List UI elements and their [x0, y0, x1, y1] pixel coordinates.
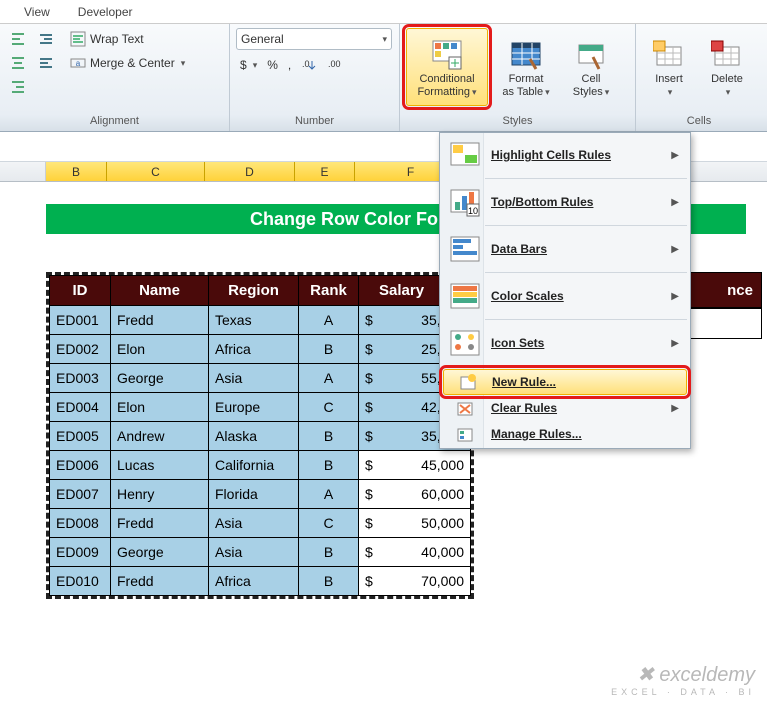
group-number: General▾ $▾ % , .0 .00 Number: [230, 24, 400, 131]
svg-text:.00: .00: [328, 59, 341, 69]
submenu-arrow-icon: ▶: [671, 338, 679, 349]
top-bottom-icon: 10: [447, 184, 483, 220]
data-bars-icon: [447, 231, 483, 267]
align-top-row[interactable]: [6, 28, 30, 50]
table-row[interactable]: ED004ElonEuropeC$42,000: [50, 393, 471, 422]
data-table-selection: ID Name Region Rank Salary ED001FreddTex…: [46, 272, 474, 599]
wrap-text-icon: [70, 31, 86, 47]
cell-styles-icon: [575, 39, 607, 71]
menu-new-rule[interactable]: New Rule...: [443, 369, 687, 395]
submenu-arrow-icon: ▶: [671, 150, 679, 161]
color-scales-icon: [447, 278, 483, 314]
tab-view[interactable]: View: [10, 2, 64, 22]
group-alignment: Wrap Text aMerge & Center▾ Alignment: [0, 24, 230, 131]
col-header-b[interactable]: B: [46, 162, 107, 181]
align-icon: [10, 79, 26, 95]
align-icon: [10, 31, 26, 47]
col-header-e[interactable]: E: [295, 162, 355, 181]
menu-manage-rules[interactable]: Manage Rules...: [441, 421, 689, 447]
delete-button[interactable]: Delete▾: [700, 28, 754, 106]
submenu-arrow-icon: ▶: [671, 197, 679, 208]
table-row[interactable]: ED009GeorgeAsiaB$40,000: [50, 538, 471, 567]
svg-text:10: 10: [468, 206, 478, 216]
conditional-formatting-button[interactable]: ConditionalFormatting▾: [406, 28, 488, 106]
new-rule-icon: [458, 372, 478, 392]
indent-inc[interactable]: [34, 52, 58, 74]
data-table[interactable]: ID Name Region Rank Salary ED001FreddTex…: [49, 275, 471, 596]
ribbon-tab-bar: View Developer: [0, 0, 767, 24]
table-row[interactable]: ED008FreddAsiaC$50,000: [50, 509, 471, 538]
group-label: Cells: [642, 113, 756, 131]
delete-icon: [711, 39, 743, 71]
th-id[interactable]: ID: [50, 276, 111, 306]
th-region[interactable]: Region: [209, 276, 299, 306]
th-rank[interactable]: Rank: [299, 276, 359, 306]
watermark: ✖ exceldemy EXCEL · DATA · BI: [611, 662, 755, 697]
menu-icon-sets[interactable]: Icon Sets▶: [441, 322, 689, 364]
percent-button[interactable]: %: [263, 54, 282, 76]
conditional-formatting-menu: Highlight Cells Rules▶ 10 Top/Bottom Rul…: [439, 132, 691, 449]
menu-highlight-cells[interactable]: Highlight Cells Rules▶: [441, 134, 689, 176]
menu-top-bottom[interactable]: 10 Top/Bottom Rules▶: [441, 181, 689, 223]
merge-center-button[interactable]: aMerge & Center▾: [66, 52, 189, 74]
submenu-arrow-icon: ▶: [671, 403, 679, 414]
dec-decimal-button[interactable]: .00: [323, 54, 347, 76]
clear-rules-icon: [455, 398, 475, 418]
submenu-arrow-icon: ▶: [671, 291, 679, 302]
chevron-down-icon: ▾: [382, 34, 387, 45]
align-mid-row[interactable]: [6, 52, 30, 74]
col-header-c[interactable]: C: [107, 162, 205, 181]
decimal-icon: .0: [301, 57, 317, 73]
table-row[interactable]: ED003GeorgeAsiaA$55,000: [50, 364, 471, 393]
group-label: Styles: [406, 113, 629, 131]
ribbon: Wrap Text aMerge & Center▾ Alignment Gen…: [0, 24, 767, 132]
conditional-formatting-icon: [431, 39, 463, 71]
table-row[interactable]: ED001FreddTexasA$35,000: [50, 306, 471, 335]
menu-clear-rules[interactable]: Clear Rules▶: [441, 395, 689, 421]
insert-icon: [653, 39, 685, 71]
wrap-text-button[interactable]: Wrap Text: [66, 28, 189, 50]
col-header-d[interactable]: D: [205, 162, 295, 181]
align-icon: [10, 55, 26, 71]
indent-dec[interactable]: [34, 28, 58, 50]
highlight-cells-icon: [447, 137, 483, 173]
decimal-icon: .00: [327, 57, 343, 73]
group-label: Alignment: [6, 113, 223, 131]
chevron-down-icon: ▾: [181, 58, 186, 69]
number-format-select[interactable]: General▾: [236, 28, 392, 50]
svg-text:.0: .0: [302, 59, 310, 69]
submenu-arrow-icon: ▶: [671, 244, 679, 255]
indent-icon: [38, 55, 54, 71]
menu-color-scales[interactable]: Color Scales▶: [441, 275, 689, 317]
inc-decimal-button[interactable]: .0: [297, 54, 321, 76]
merge-icon: a: [70, 55, 86, 71]
table-row[interactable]: ED010FreddAfricaB$70,000: [50, 567, 471, 596]
insert-button[interactable]: Insert▾: [642, 28, 696, 106]
format-as-table-button[interactable]: Formatas Table▾: [492, 28, 560, 106]
cell-styles-button[interactable]: CellStyles▾: [564, 28, 618, 106]
currency-button[interactable]: $▾: [236, 54, 261, 76]
th-name[interactable]: Name: [111, 276, 209, 306]
manage-rules-icon: [455, 424, 475, 444]
table-row[interactable]: ED007HenryFloridaA$60,000: [50, 480, 471, 509]
tab-developer[interactable]: Developer: [64, 2, 147, 22]
table-row[interactable]: ED006LucasCaliforniaB$45,000: [50, 451, 471, 480]
col-header[interactable]: [0, 162, 46, 181]
group-cells: Insert▾ Delete▾ Cells: [636, 24, 762, 131]
icon-sets-icon: [447, 325, 483, 361]
menu-data-bars[interactable]: Data Bars▶: [441, 228, 689, 270]
group-label: Number: [236, 113, 393, 131]
indent-icon: [38, 31, 54, 47]
align-bot-row[interactable]: [6, 76, 30, 98]
svg-text:a: a: [76, 59, 81, 68]
table-icon: [510, 39, 542, 71]
table-row[interactable]: ED005AndrewAlaskaB$35,000: [50, 422, 471, 451]
table-row[interactable]: ED002ElonAfricaB$25,000: [50, 335, 471, 364]
group-styles: ConditionalFormatting▾ Formatas Table▾ C…: [400, 24, 636, 131]
comma-button[interactable]: ,: [284, 54, 295, 76]
